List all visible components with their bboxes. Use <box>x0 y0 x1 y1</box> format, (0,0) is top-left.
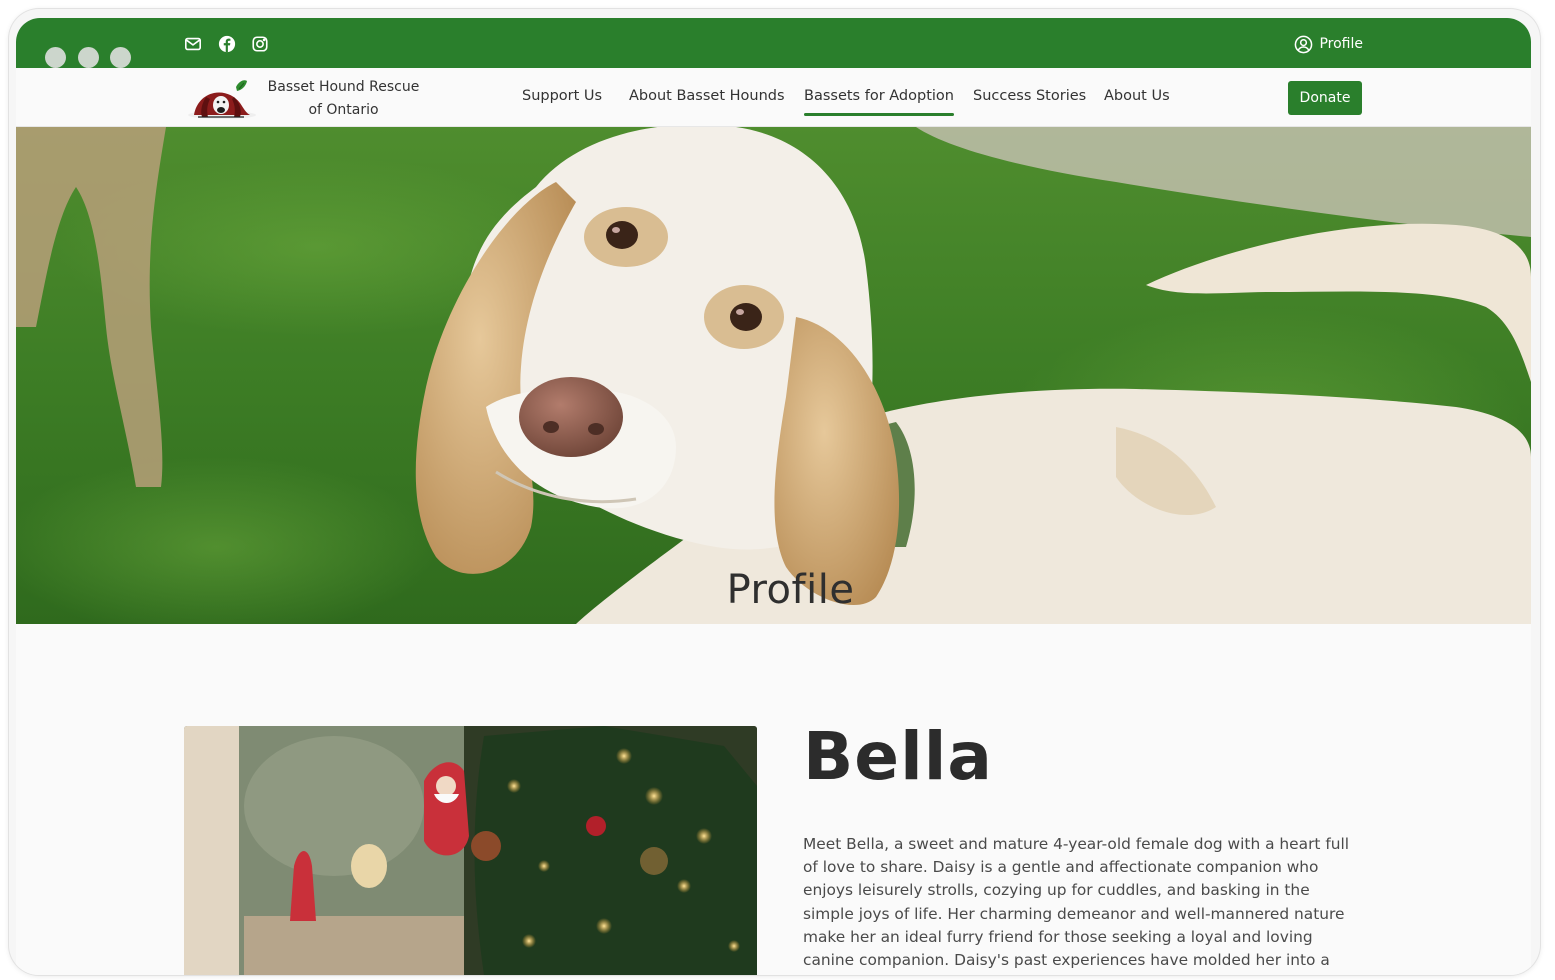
nav-support-us[interactable]: Support Us <box>522 88 602 104</box>
device-frame: Profile Basset Hound Rescue of Ontario S… <box>9 9 1540 975</box>
window-dot-2 <box>78 47 99 68</box>
profile-link[interactable]: Profile <box>1294 33 1363 55</box>
hero-image <box>16 127 1531 624</box>
page-title: Profile <box>726 567 855 613</box>
window-dot-3 <box>110 47 131 68</box>
brand-line-1: Basset Hound Rescue <box>267 79 420 95</box>
dog-bio: Meet Bella, a sweet and mature 4-year-ol… <box>803 835 1350 975</box>
profile-link-label: Profile <box>1319 36 1363 52</box>
donate-button[interactable]: Donate <box>1288 81 1362 115</box>
mail-icon[interactable] <box>183 34 203 54</box>
instagram-icon[interactable] <box>250 34 270 54</box>
user-circle-icon <box>1295 35 1313 53</box>
brand-line-2: of Ontario <box>308 102 379 118</box>
facebook-icon[interactable] <box>217 34 237 54</box>
window-dot-1 <box>45 47 66 68</box>
basset-hound-logo[interactable] <box>184 73 260 123</box>
nav-success-stories[interactable]: Success Stories <box>973 88 1086 104</box>
dog-photo <box>184 726 757 975</box>
browser-window: Profile Basset Hound Rescue of Ontario S… <box>16 18 1531 975</box>
top-bar: Profile <box>16 18 1531 68</box>
main-navigation: Basset Hound Rescue of Ontario Support U… <box>16 68 1531 127</box>
dog-name: Bella <box>803 718 993 795</box>
nav-about-basset-hounds[interactable]: About Basset Hounds <box>629 88 785 104</box>
brand-name[interactable]: Basset Hound Rescue of Ontario <box>266 76 421 122</box>
nav-bassets-for-adoption[interactable]: Bassets for Adoption <box>804 88 954 116</box>
nav-about-us[interactable]: About Us <box>1104 88 1170 104</box>
